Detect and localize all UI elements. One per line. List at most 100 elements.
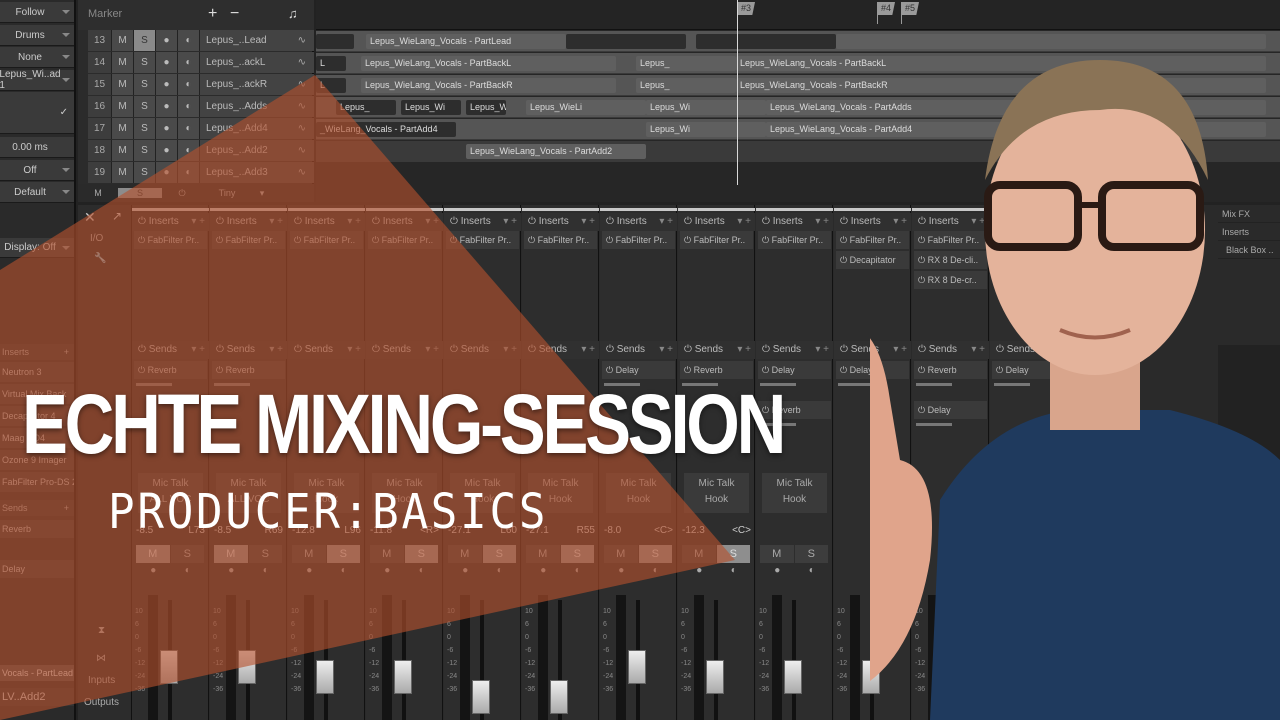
audio-clip[interactable]: Lepus_WieLang_Vocals - PartBackR [361, 78, 616, 93]
record-icon[interactable]: ● [760, 565, 795, 581]
send-slot[interactable]: ⏻ Delay [992, 361, 1065, 379]
inserts-header[interactable]: ⏻ Inserts ▾ + [132, 213, 209, 231]
record-arm-button[interactable]: ● [156, 118, 178, 139]
power-icon[interactable]: ⏻ [294, 216, 305, 227]
power-icon[interactable]: ⏻ [450, 235, 460, 245]
inspector-field[interactable]: ✓ [0, 92, 74, 134]
add-insert-icon[interactable]: ▾ + [1049, 213, 1063, 231]
wrench-icon[interactable]: 🔧 [94, 253, 106, 264]
close-icon[interactable]: ✕ [84, 209, 96, 226]
track-name[interactable]: Lepus_..Lead ∿ [200, 30, 314, 51]
power-icon[interactable]: ⏻ [684, 235, 694, 245]
audio-clip[interactable] [696, 34, 836, 49]
power-icon[interactable]: ⏻ [918, 255, 928, 265]
track-name[interactable]: Lepus_..Add3 ∿ [200, 162, 314, 183]
power-icon[interactable]: ⏻ [138, 216, 149, 227]
send-level-slider[interactable] [994, 383, 1030, 386]
audio-clip[interactable]: Lepus_ [636, 78, 736, 93]
audio-clip[interactable]: Lepus_WieLang_Vocals - PartBackR [736, 78, 1266, 93]
add-insert-icon[interactable]: ▾ + [737, 213, 751, 231]
audio-clip[interactable] [836, 34, 1266, 49]
track-name[interactable]: Lepus_..Add2 ∿ [200, 140, 314, 161]
power-icon[interactable]: ⏻ [840, 235, 850, 245]
power-icon[interactable]: ⏻ [840, 216, 851, 227]
insert-slot[interactable]: ⏻ Decapitator [836, 251, 909, 269]
audio-clip[interactable]: Lepus_WieLang_Vocals - PartBackL [361, 56, 616, 71]
add-insert-icon[interactable]: ▾ + [191, 213, 205, 231]
track-row[interactable]: 17 M S ● ◐ Lepus_..Add4 ∿ [88, 118, 314, 139]
power-icon[interactable]: ⏻ [918, 275, 928, 285]
inserts-header[interactable]: ⏻ Inserts ▾ + [288, 213, 365, 231]
volume-fader[interactable] [238, 650, 256, 684]
solo-button[interactable]: S [794, 545, 828, 563]
mix-fx-slot[interactable]: Black Box .. [1222, 241, 1280, 258]
power-icon[interactable]: ⏻ [528, 216, 539, 227]
power-icon[interactable]: ⏻ [216, 216, 227, 227]
inspector-field[interactable]: Off [0, 160, 74, 181]
remove-track-button[interactable]: − [230, 5, 239, 23]
power-icon[interactable]: ⏻ [450, 344, 461, 355]
mute-button[interactable]: M [448, 545, 482, 563]
audio-clip[interactable]: L [316, 78, 346, 93]
solo-button[interactable]: S [560, 545, 594, 563]
mute-button[interactable]: M [112, 96, 134, 117]
add-send-icon[interactable]: + [64, 500, 69, 516]
add-send-icon[interactable]: ▾ + [1049, 341, 1063, 359]
global-mute-button[interactable]: M [78, 188, 118, 198]
add-send-icon[interactable]: ▾ + [581, 341, 595, 359]
global-solo-button[interactable]: S [118, 188, 162, 198]
send-slot[interactable]: ⏻ Delay [836, 361, 909, 379]
power-icon[interactable]: ⏻ [138, 365, 148, 375]
power-icon[interactable]: ⏻ [996, 216, 1007, 227]
mute-button[interactable]: M [760, 545, 794, 563]
insert-slot[interactable]: ⏻ FabFilter Pr.. [212, 231, 285, 249]
send-level-slider[interactable] [838, 383, 874, 386]
monitor-icon[interactable]: ◐ [483, 565, 518, 581]
track-name[interactable]: Lepus_..Adds ∿ [200, 96, 314, 117]
solo-button[interactable]: S [248, 545, 282, 563]
volume-fader[interactable] [706, 660, 724, 694]
power-icon[interactable]: ⏻ [684, 344, 695, 355]
power-icon[interactable]: ⏻ [684, 365, 694, 375]
add-insert-icon[interactable]: ▾ + [893, 213, 907, 231]
pan-readout[interactable]: R55 [577, 525, 595, 536]
sends-header[interactable]: ⏻ Sends ▾ + [912, 341, 989, 359]
solo-button[interactable]: S [134, 96, 156, 117]
insert-slot[interactable]: ⏻ FabFilter Pr.. [602, 231, 675, 249]
monitor-button[interactable]: ◐ [178, 162, 200, 183]
track-row[interactable]: 14 M S ● ◐ Lepus_..ackL ∿ [88, 52, 314, 73]
power-icon[interactable]: ⏻ [762, 365, 772, 375]
power-icon[interactable]: ⏻ [606, 216, 617, 227]
record-icon[interactable]: ● [526, 565, 561, 581]
power-icon[interactable]: ⏻ [840, 365, 850, 375]
power-icon[interactable]: ⏻ [996, 344, 1007, 355]
add-track-button[interactable]: + [208, 5, 217, 23]
sends-header[interactable]: ⏻ Sends ▾ + [600, 341, 677, 359]
volume-fader[interactable] [940, 660, 958, 694]
insert-slot[interactable]: ⏻ FabFilter Pr.. [524, 231, 597, 249]
monitor-button[interactable]: ◐ [178, 30, 200, 51]
power-icon[interactable]: ⏻ [372, 344, 383, 355]
playhead[interactable] [737, 0, 738, 185]
power-icon[interactable]: ⏻ [606, 365, 616, 375]
solo-button[interactable]: S [716, 545, 750, 563]
audio-clip[interactable]: Lepus_ [636, 56, 736, 71]
volume-fader[interactable] [550, 680, 568, 714]
add-send-icon[interactable]: ▾ + [737, 341, 751, 359]
power-icon[interactable]: ⏻ [918, 216, 929, 227]
mute-button[interactable]: M [370, 545, 404, 563]
send-level-slider[interactable] [916, 423, 952, 426]
volume-fader[interactable] [394, 660, 412, 694]
sends-header[interactable]: ⏻ Sends ▾ + [444, 341, 521, 359]
add-send-icon[interactable]: ▾ + [503, 341, 517, 359]
channel-inserts-header[interactable]: Inserts + [0, 344, 74, 360]
insert-slot[interactable]: ⏻ FabFilter Pr.. [290, 231, 363, 249]
insert-slot[interactable]: ⏻ FabFilter Pr.. [368, 231, 441, 249]
insert-slot[interactable]: ⏻ FabFilter Pr.. [836, 231, 909, 249]
record-icon[interactable]: ● [448, 565, 483, 581]
music-note-icon[interactable]: ♫ [288, 6, 298, 21]
inserts-header[interactable]: ⏻ Inserts ▾ + [990, 213, 1067, 231]
sends-header[interactable]: ⏻ Sends ▾ + [132, 341, 209, 359]
audio-clip[interactable] [316, 34, 354, 49]
inserts-header[interactable]: ⏻ Inserts ▾ + [834, 213, 911, 231]
